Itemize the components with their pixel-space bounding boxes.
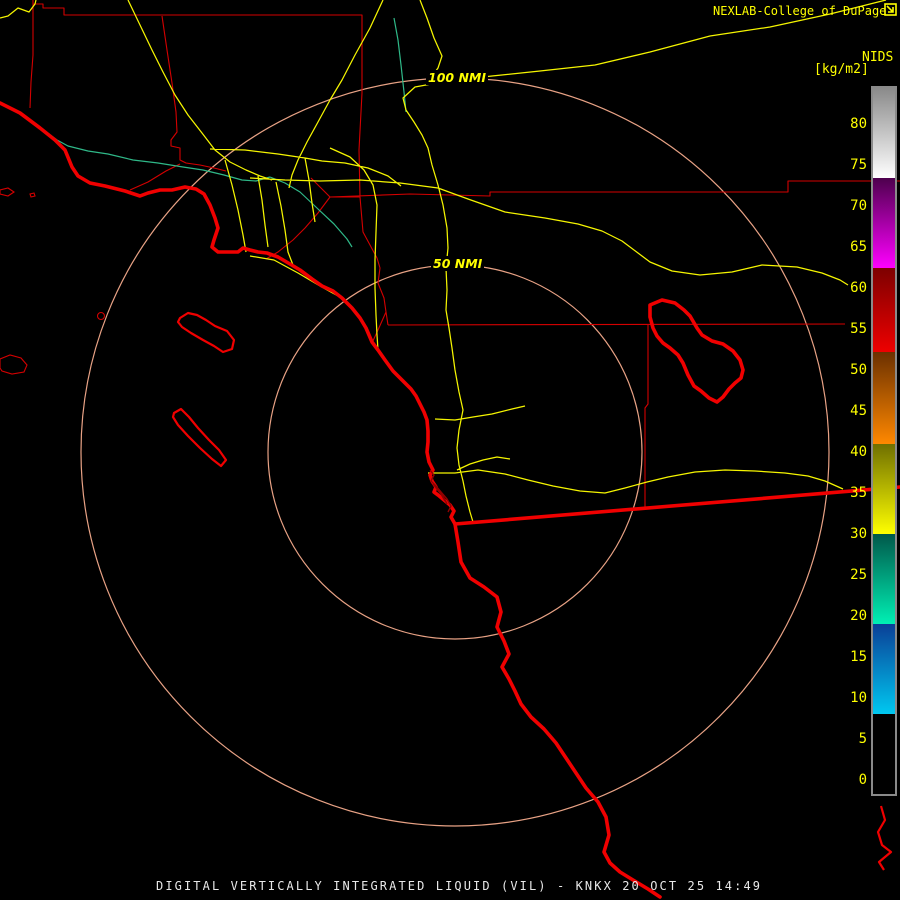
radar-display: NEXLAB-College of DuPage NIDS [kg/m2] 10… [0, 0, 900, 900]
salton-sea [648, 298, 745, 404]
legend-segment-blue [873, 624, 895, 714]
legend-segment-teal [873, 534, 895, 624]
catalina-island [176, 311, 236, 354]
legend-tick: 80 [850, 116, 867, 132]
legend-tick: 45 [850, 403, 867, 419]
rivers [3, 17, 407, 248]
coastline [0, 101, 662, 899]
anacapa-island [0, 354, 28, 375]
legend-tick: 60 [850, 280, 867, 296]
units-label: [kg/m2] [814, 62, 869, 77]
brand-title: NEXLAB-College of DuPage [713, 4, 887, 18]
legend-segment-yellow [873, 444, 895, 534]
legend-segment-black [873, 714, 895, 793]
legend-tick: 25 [850, 567, 867, 583]
legend-tick: 75 [850, 157, 867, 173]
vil-color-scale [871, 86, 897, 796]
legend-segment-gray [873, 88, 895, 178]
ring-label-50nmi: 50 NMI [431, 256, 485, 271]
legend-tick: 10 [850, 690, 867, 706]
legend-tick: 5 [858, 731, 867, 747]
legend-tick: 70 [850, 198, 867, 214]
legend-tick: 40 [850, 444, 867, 460]
weather-flag-icon [884, 3, 897, 16]
ring-label-100nmi: 100 NMI [426, 70, 488, 85]
us-mexico-border [453, 485, 900, 526]
legend-segment-purple [873, 178, 895, 268]
legend-tick: 0 [858, 772, 867, 788]
radar-map [0, 0, 900, 899]
range-ring-50nmi [267, 264, 643, 640]
product-caption: DIGITAL VERTICALLY INTEGRATED LIQUID (VI… [156, 879, 763, 893]
legend-tick: 20 [850, 608, 867, 624]
legend-tick: 35 [850, 485, 867, 501]
legend-tick: 55 [850, 321, 867, 337]
san-clemente-island [171, 407, 228, 468]
santa-barbara-island [96, 311, 106, 321]
channel-island-fragment [0, 187, 36, 198]
legend-tick: 15 [850, 649, 867, 665]
gulf-coast-segment [876, 805, 893, 871]
legend-segment-orange [873, 352, 895, 444]
legend-tick: 65 [850, 239, 867, 255]
legend-tick: 30 [850, 526, 867, 542]
legend-tick: 50 [850, 362, 867, 378]
legend-segment-red [873, 268, 895, 352]
